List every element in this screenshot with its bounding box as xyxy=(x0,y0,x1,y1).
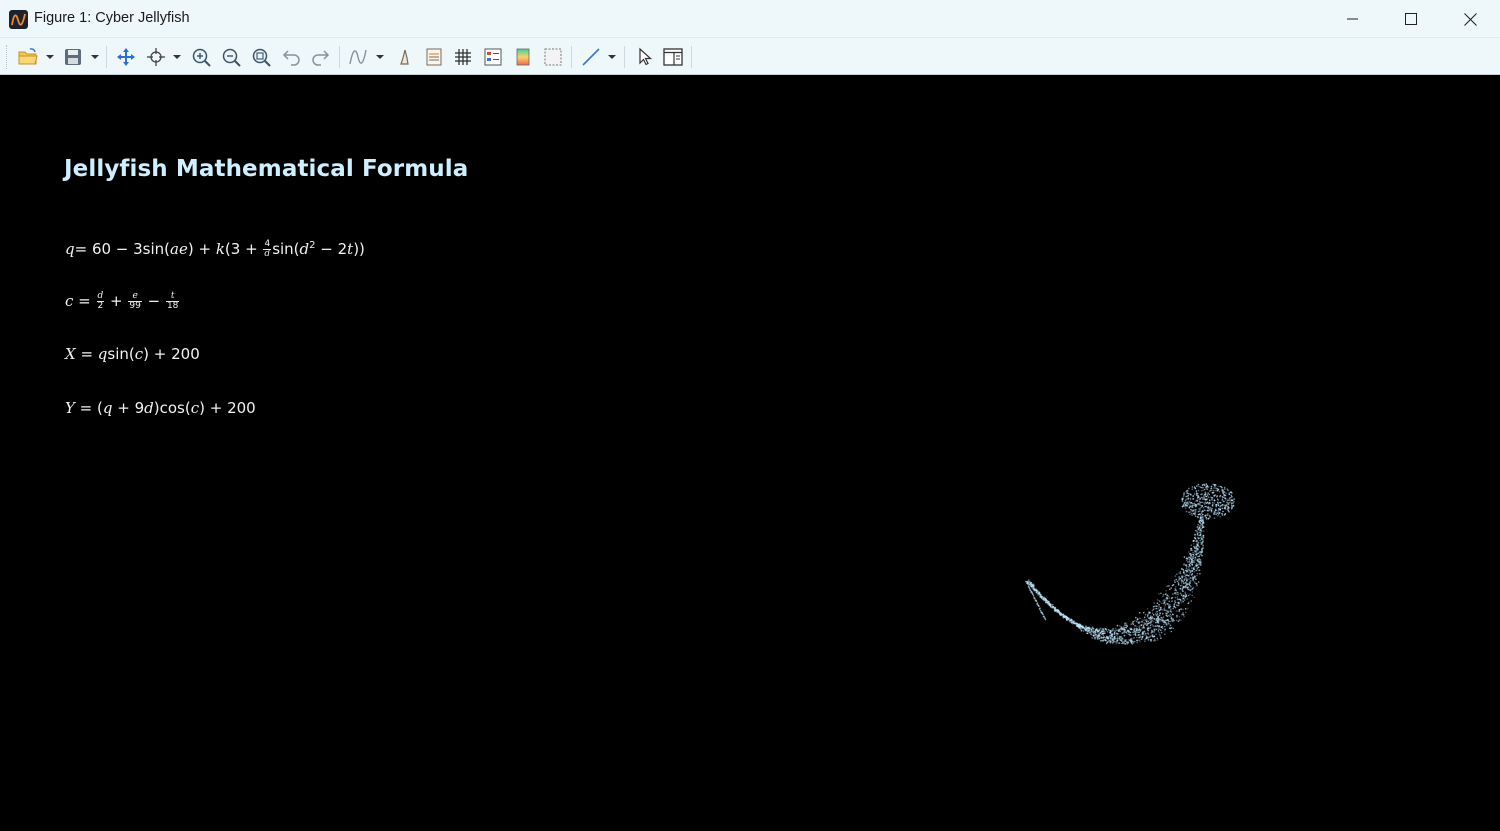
select-dropdown-icon[interactable] xyxy=(173,55,181,59)
toolbar-separator xyxy=(106,46,107,68)
toolbar-separator xyxy=(691,46,692,68)
maximize-button[interactable] xyxy=(1382,0,1440,38)
toolbar-separator xyxy=(624,46,625,68)
cursor-icon xyxy=(633,46,655,68)
grid-button[interactable] xyxy=(451,46,475,68)
jellyfish-point-cloud xyxy=(0,76,1500,831)
zoom-out-button[interactable] xyxy=(219,46,243,68)
curve-fit-icon xyxy=(347,46,369,68)
title-bar: Figure 1: Cyber Jellyfish xyxy=(0,0,1500,38)
toolbar-separator xyxy=(571,46,572,68)
curve-dropdown-icon[interactable] xyxy=(376,55,384,59)
pan-icon xyxy=(115,46,137,68)
pen-button[interactable] xyxy=(392,46,416,68)
pan-button[interactable] xyxy=(114,46,138,68)
app-logo-icon xyxy=(9,10,28,29)
legend-icon xyxy=(482,46,504,68)
zoom-fit-button[interactable] xyxy=(249,46,273,68)
grid-icon xyxy=(452,46,474,68)
minimize-icon xyxy=(1347,13,1359,25)
border-icon xyxy=(542,46,564,68)
toolbar-grip xyxy=(6,45,8,69)
open-button[interactable] xyxy=(16,46,40,68)
open-folder-icon xyxy=(17,47,39,67)
line-style-icon xyxy=(580,46,602,68)
pen-icon xyxy=(393,46,415,68)
open-dropdown-icon[interactable] xyxy=(46,55,54,59)
maximize-icon xyxy=(1405,13,1417,25)
panel-icon xyxy=(662,46,684,68)
undo-button[interactable] xyxy=(279,46,303,68)
redo-icon xyxy=(310,46,332,68)
colormap-button[interactable] xyxy=(511,46,535,68)
axis-settings-icon xyxy=(423,46,445,68)
save-button[interactable] xyxy=(62,46,84,68)
axis-settings-button[interactable] xyxy=(422,46,446,68)
legend-button[interactable] xyxy=(481,46,505,68)
minimize-button[interactable] xyxy=(1324,0,1382,38)
zoom-fit-icon xyxy=(250,46,272,68)
line-style-dropdown-icon[interactable] xyxy=(608,55,616,59)
pointer-button[interactable] xyxy=(632,46,656,68)
panel-button[interactable] xyxy=(661,46,685,68)
close-icon xyxy=(1464,13,1477,26)
zoom-in-icon xyxy=(190,46,212,68)
border-button[interactable] xyxy=(541,46,565,68)
colormap-icon xyxy=(512,46,534,68)
figure-canvas[interactable]: Jellyfish Mathematical Formula q= 60 − 3… xyxy=(0,76,1500,831)
undo-icon xyxy=(280,46,302,68)
save-dropdown-icon[interactable] xyxy=(91,55,99,59)
select-point-icon xyxy=(145,46,167,68)
zoom-out-icon xyxy=(220,46,242,68)
toolbar xyxy=(0,38,1500,75)
save-icon xyxy=(63,47,83,67)
line-style-button[interactable] xyxy=(579,46,603,68)
toolbar-separator xyxy=(339,46,340,68)
redo-button[interactable] xyxy=(309,46,333,68)
close-button[interactable] xyxy=(1441,0,1499,38)
window-title: Figure 1: Cyber Jellyfish xyxy=(34,10,190,26)
curve-fit-button[interactable] xyxy=(346,46,370,68)
data-select-button[interactable] xyxy=(144,46,168,68)
zoom-in-button[interactable] xyxy=(189,46,213,68)
